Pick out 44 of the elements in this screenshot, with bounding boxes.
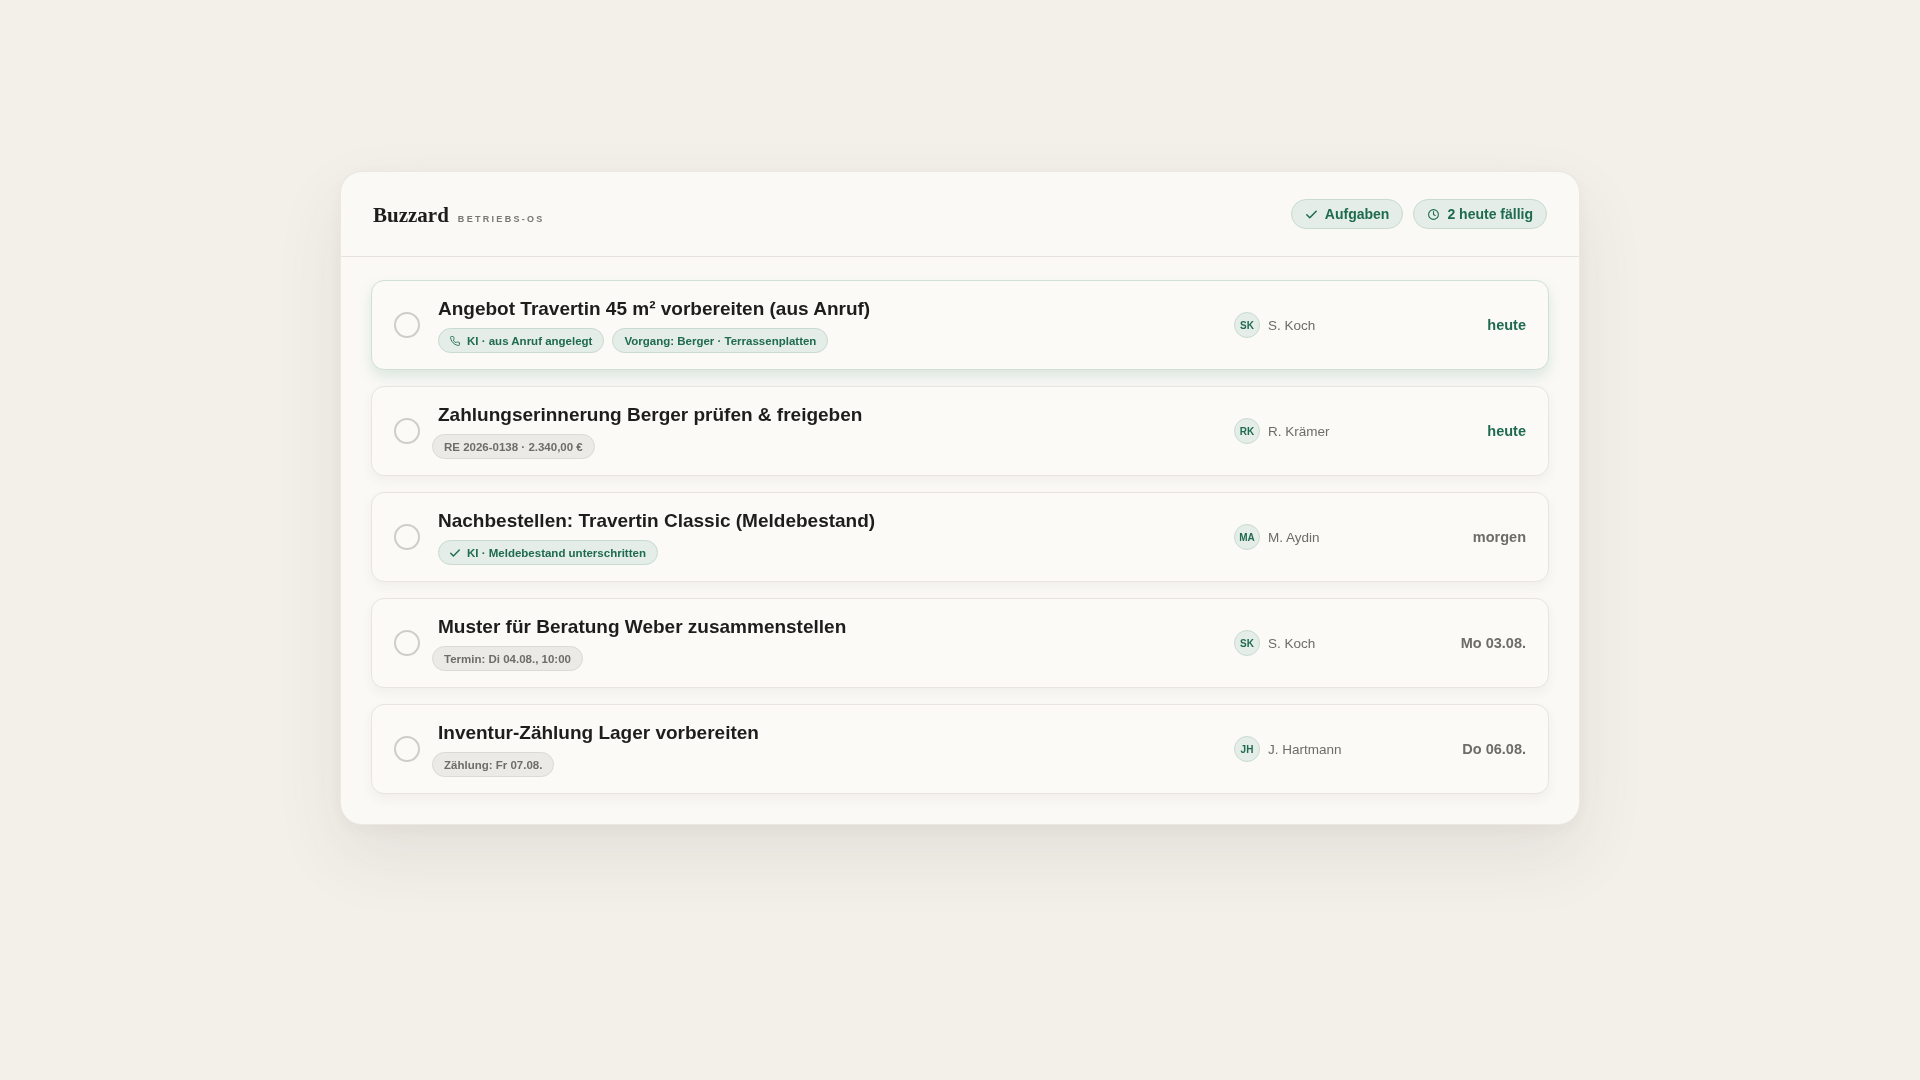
due-date: Mo 03.08. xyxy=(1460,635,1526,651)
task-checkbox[interactable] xyxy=(394,630,420,656)
brand-name: Buzzard xyxy=(373,202,449,228)
task-checkbox[interactable] xyxy=(394,524,420,550)
assignee-name: R. Krämer xyxy=(1268,423,1330,439)
assignee-name: M. Aydin xyxy=(1268,529,1320,545)
task-title: Angebot Travertin 45 m² vorbereiten (aus Anruf) xyxy=(438,297,872,320)
task-checkbox[interactable] xyxy=(394,418,420,444)
tag-label: Vorgang: Berger · Terrassenplatten xyxy=(624,334,817,347)
tag-label: KI · Meldebestand unterschritten xyxy=(467,546,646,559)
assignee-name: S. Koch xyxy=(1268,635,1316,651)
assignee-avatar: SK xyxy=(1234,312,1260,338)
task-checkbox[interactable] xyxy=(394,312,420,338)
tag-label: RE 2026-0138 · 2.340,00 € xyxy=(444,440,583,453)
check-icon xyxy=(450,547,460,558)
assignee-avatar: SK xyxy=(1234,630,1260,656)
brand-subtitle: BETRIEBS-OS xyxy=(457,213,545,224)
due-date: Do 06.08. xyxy=(1462,741,1526,757)
assignee-name: J. Hartmann xyxy=(1268,741,1342,757)
assignee-name: S. Koch xyxy=(1268,317,1316,333)
task-title: Inventur-Zählung Lager vorbereiten xyxy=(438,721,760,744)
task-card[interactable]: Muster für Beratung Weber zusammenstellen Termin: Di 04.08., 10:00 SK S. Koch Mo 03.08. xyxy=(371,598,1549,688)
task-card[interactable]: Zahlungserinnerung Berger prüfen & freigeben RE 2026-0138 · 2.340,00 € RK R. Krämer heute xyxy=(371,386,1549,476)
phone-icon xyxy=(450,335,460,346)
chip-label: Aufgaben xyxy=(1324,206,1390,222)
task-card[interactable]: Inventur-Zählung Lager vorbereiten Zählung: Fr 07.08. JH J. Hartmann Do 06.08. xyxy=(371,704,1549,794)
task-title: Nachbestellen: Travertin Classic (Meldebestand) xyxy=(438,509,877,532)
task-title: Zahlungserinnerung Berger prüfen & freigeben xyxy=(438,403,864,426)
due-date: morgen xyxy=(1472,529,1526,545)
tag-label: Termin: Di 04.08., 10:00 xyxy=(444,652,571,665)
due-date: heute xyxy=(1487,317,1526,333)
check-icon xyxy=(1305,208,1317,220)
task-checkbox[interactable] xyxy=(394,736,420,762)
due-date: heute xyxy=(1487,423,1526,439)
tag-label: KI · aus Anruf angelegt xyxy=(467,334,593,347)
tag-label: Zählung: Fr 07.08. xyxy=(444,758,543,771)
task-title: Muster für Beratung Weber zusammenstellen xyxy=(438,615,848,638)
task-card[interactable]: Nachbestellen: Travertin Classic (Meldebestand) KI · Meldebestand unterschritten MA M. Aydin morgen xyxy=(371,492,1549,582)
clock-icon xyxy=(1428,208,1440,220)
assignee-avatar: RK xyxy=(1234,418,1260,444)
assignee-avatar: MA xyxy=(1234,524,1260,550)
task-card[interactable]: Angebot Travertin 45 m² vorbereiten (aus Anruf) KI · aus Anruf angelegt Vorgang: Berger · Terrassenplatten SK S. Koch heute xyxy=(371,280,1549,370)
chip-label: 2 heute fällig xyxy=(1447,206,1533,222)
assignee-avatar: JH xyxy=(1234,736,1260,762)
